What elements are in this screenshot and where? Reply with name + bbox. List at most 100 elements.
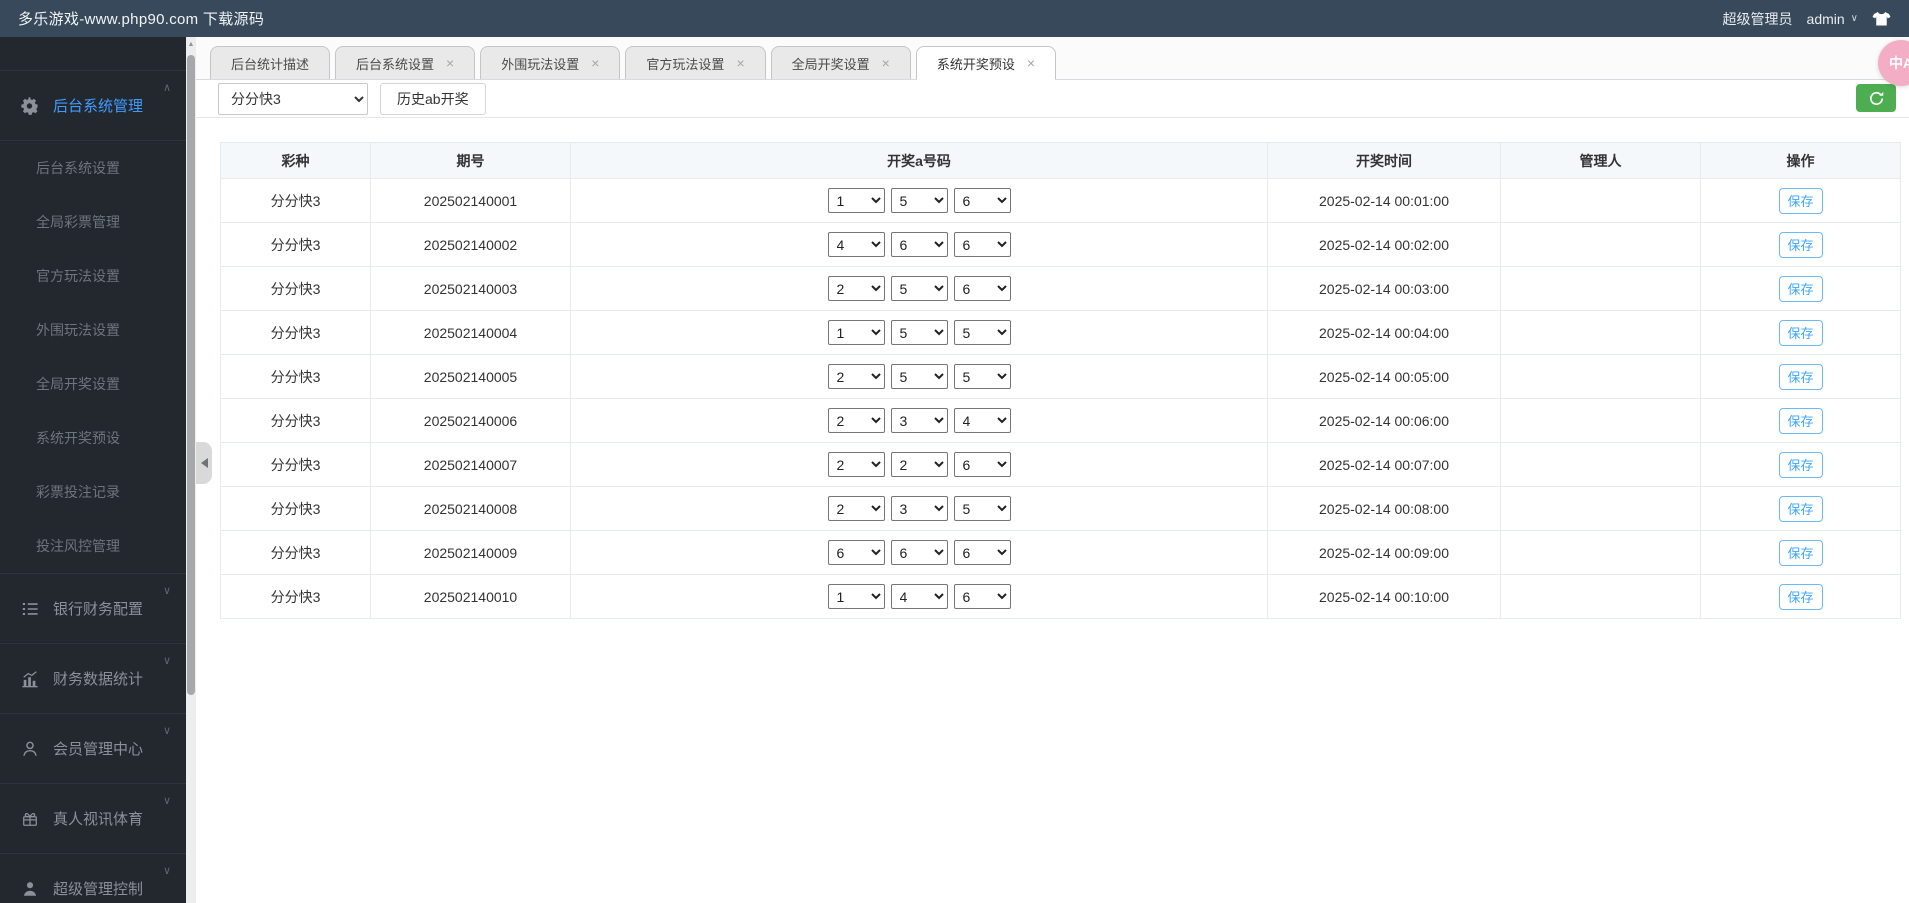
sidebar-subitem[interactable]: 官方玩法设置	[0, 249, 186, 303]
lottery-type-select[interactable]: 分分快3	[218, 83, 368, 115]
number-select[interactable]: 2	[827, 496, 885, 521]
sidebar-subitem[interactable]: 后台系统设置	[0, 141, 186, 195]
number-select[interactable]: 6	[827, 540, 885, 565]
save-button[interactable]: 保存	[1778, 495, 1823, 522]
cell-issue: 202502140009	[370, 530, 571, 575]
tab[interactable]: 系统开奖预设 ×	[915, 46, 1057, 80]
sidebar-subitem[interactable]: 全局开奖设置	[0, 357, 186, 411]
number-select[interactable]: 1	[827, 188, 885, 213]
table-row: 分分快3 202502140002 466 2025-02-14 00:02:0…	[220, 222, 1901, 267]
tab[interactable]: 全局开奖设置 ×	[770, 46, 911, 79]
table-row: 分分快3 202502140004 155 2025-02-14 00:04:0…	[220, 310, 1901, 355]
number-select[interactable]: 6	[890, 540, 948, 565]
number-select[interactable]: 2	[827, 408, 885, 433]
number-select[interactable]: 6	[953, 452, 1011, 477]
number-select[interactable]: 1	[827, 584, 885, 609]
tab-close-icon[interactable]: ×	[882, 56, 890, 70]
tab[interactable]: 后台系统设置 ×	[335, 46, 476, 79]
scroll-up-arrow-icon[interactable]: ▲	[186, 41, 196, 48]
number-select[interactable]: 2	[827, 364, 885, 389]
number-select[interactable]: 5	[953, 364, 1011, 389]
scrollbar-thumb[interactable]	[187, 55, 195, 695]
number-select[interactable]: 5	[890, 276, 948, 301]
sidebar-subitem[interactable]: 外围玩法设置	[0, 303, 186, 357]
sidebar-collapse-handle[interactable]	[196, 442, 212, 484]
save-button[interactable]: 保存	[1778, 319, 1823, 346]
sidebar-subitem[interactable]: 全局彩票管理	[0, 195, 186, 249]
number-select[interactable]: 1	[827, 320, 885, 345]
sidebar-subitem[interactable]: 彩票投注记录	[0, 465, 186, 519]
number-select[interactable]: 6	[953, 276, 1011, 301]
chevron-down-icon: ∨	[1850, 13, 1858, 24]
number-select[interactable]: 6	[953, 540, 1011, 565]
number-select[interactable]: 6	[953, 188, 1011, 213]
number-select[interactable]: 5	[953, 496, 1011, 521]
number-select[interactable]: 3	[890, 496, 948, 521]
sidebar-subitem[interactable]: 系统开奖预设	[0, 411, 186, 465]
sidebar-group[interactable]: 超级管理控制 ∨	[0, 853, 186, 903]
sidebar-subitem[interactable]: 投注风控管理	[0, 519, 186, 573]
sidebar-scrollbar[interactable]: ▲	[186, 37, 196, 903]
refresh-button[interactable]	[1856, 84, 1896, 112]
save-button[interactable]: 保存	[1778, 187, 1823, 214]
sidebar-group[interactable]: 银行财务配置 ∨	[0, 573, 186, 643]
chevron-icon: ∨	[162, 865, 171, 877]
gear-icon	[20, 96, 40, 116]
user-menu[interactable]: admin ∨	[1807, 11, 1858, 27]
save-button[interactable]: 保存	[1778, 539, 1823, 566]
cell-lottery: 分分快3	[220, 310, 371, 355]
tab-close-icon[interactable]: ×	[591, 56, 599, 70]
save-button[interactable]: 保存	[1778, 363, 1823, 390]
tab-close-icon[interactable]: ×	[736, 56, 744, 70]
sidebar-subitem-label: 后台系统设置	[36, 160, 120, 176]
tab-close-icon[interactable]: ×	[1027, 56, 1035, 70]
chart-icon	[20, 669, 40, 689]
sidebar-group[interactable]: 会员管理中心 ∨	[0, 713, 186, 783]
sidebar-group[interactable]: 财务数据统计 ∨	[0, 643, 186, 713]
number-select[interactable]: 2	[827, 276, 885, 301]
list-icon	[20, 599, 40, 619]
number-select[interactable]: 6	[953, 232, 1011, 257]
number-select[interactable]: 6	[953, 584, 1011, 609]
save-button[interactable]: 保存	[1778, 231, 1823, 258]
sidebar-group-label: 真人视讯体育	[53, 811, 144, 828]
username-label: admin	[1806, 10, 1845, 27]
theme-shirt-icon[interactable]	[1872, 11, 1891, 26]
number-select[interactable]: 5	[953, 320, 1011, 345]
tab[interactable]: 官方玩法设置 ×	[625, 46, 766, 79]
tab-label: 全局开奖设置	[791, 56, 870, 72]
save-button[interactable]: 保存	[1778, 275, 1823, 302]
number-select[interactable]: 2	[890, 452, 948, 477]
chevron-icon: ∨	[162, 795, 171, 807]
number-select[interactable]: 4	[827, 232, 885, 257]
tab-close-icon[interactable]: ×	[446, 56, 454, 70]
cell-actions: 保存	[1700, 178, 1901, 223]
number-select[interactable]: 6	[890, 232, 948, 257]
number-select[interactable]: 3	[890, 408, 948, 433]
cell-issue: 202502140005	[370, 354, 571, 399]
table-header-row: 彩种 期号 开奖a号码 开奖时间 管理人 操作	[220, 142, 1901, 179]
sidebar-group[interactable]: 后台系统管理 ∧	[0, 70, 186, 140]
number-select[interactable]: 4	[890, 584, 948, 609]
history-ab-button[interactable]: 历史ab开奖	[380, 83, 486, 115]
number-select[interactable]: 5	[890, 364, 948, 389]
table-row: 分分快3 202502140008 235 2025-02-14 00:08:0…	[220, 486, 1901, 531]
tab[interactable]: 后台统计描述 ×	[210, 46, 331, 79]
number-select[interactable]: 5	[890, 188, 948, 213]
topbar: 多乐游戏-www.php90.com 下载源码 超级管理员 admin ∨	[0, 0, 1909, 37]
tab[interactable]: 外围玩法设置 ×	[480, 46, 621, 79]
sidebar-subitem-label: 彩票投注记录	[36, 484, 120, 500]
member-icon	[20, 739, 40, 759]
save-button[interactable]: 保存	[1778, 451, 1823, 478]
cell-issue: 202502140007	[370, 442, 571, 487]
sidebar-group[interactable]: 真人视讯体育 ∨	[0, 783, 186, 853]
tab-label: 外围玩法设置	[501, 56, 580, 72]
save-button[interactable]: 保存	[1778, 583, 1823, 610]
sidebar-subitem-label: 外围玩法设置	[36, 322, 120, 338]
number-select[interactable]: 4	[953, 408, 1011, 433]
save-button[interactable]: 保存	[1778, 407, 1823, 434]
number-select[interactable]: 5	[890, 320, 948, 345]
cell-manager	[1500, 574, 1701, 619]
number-select[interactable]: 2	[827, 452, 885, 477]
sidebar-subitem-label: 官方玩法设置	[36, 268, 120, 284]
